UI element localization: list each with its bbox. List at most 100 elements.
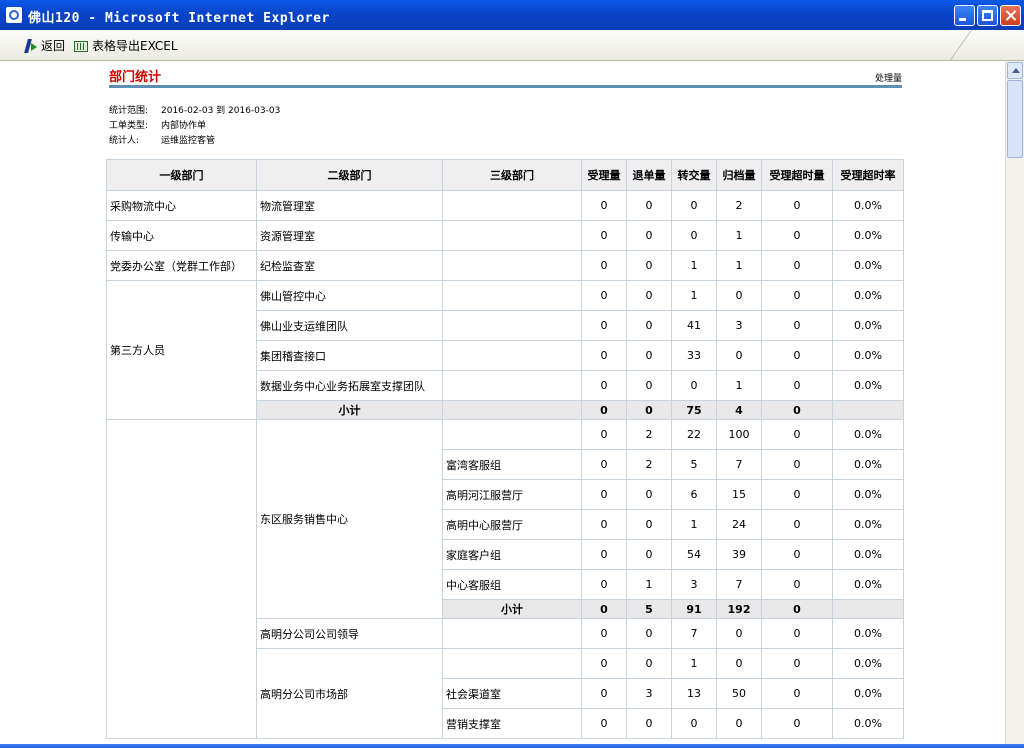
- cell-value: 0: [581, 220, 627, 251]
- meta-value: 运维监控客管: [161, 136, 216, 146]
- subtotal-value: 4: [716, 400, 762, 420]
- cell-value: 1: [716, 250, 762, 281]
- cell-level3: 高明河江服营厅: [442, 479, 582, 510]
- meta-value: 内部协作单: [161, 121, 207, 131]
- cell-value: 0: [626, 220, 672, 251]
- cell-value: 1: [716, 220, 762, 251]
- export-excel-button[interactable]: 表格导出EXCEL: [73, 37, 178, 54]
- cell-value: 0: [581, 539, 627, 570]
- cell-value: 0.0%: [832, 310, 904, 341]
- cell-level2: 佛山业支运维团队: [256, 310, 443, 341]
- cell-value: 0: [626, 509, 672, 540]
- cell-value: 5: [671, 449, 717, 480]
- table-row: 传输中心 资源管理室 0 0 0 1 0 0.0%: [106, 220, 904, 251]
- cell-value: 0: [581, 280, 627, 311]
- cell-value: 0: [761, 190, 833, 221]
- cell-value: 0: [761, 449, 833, 480]
- cell-value: 0: [626, 370, 672, 401]
- cell-value: 1: [671, 280, 717, 311]
- cell-value: 0.0%: [832, 618, 904, 649]
- cell-value: 0: [761, 310, 833, 341]
- cell-value: 0: [581, 648, 627, 679]
- header-returned: 退单量: [626, 159, 672, 191]
- subtotal-value: 5: [626, 599, 672, 619]
- cell-level3: [442, 280, 582, 311]
- vertical-scrollbar[interactable]: [1005, 61, 1024, 744]
- cell-level3: [442, 618, 582, 649]
- scroll-up-arrow-icon[interactable]: [1007, 62, 1023, 79]
- subtotal-value: 0: [581, 400, 627, 420]
- window-title: 佛山120 - Microsoft Internet Explorer: [28, 11, 330, 26]
- subtotal-value: 0: [581, 599, 627, 619]
- cell-value: 0: [761, 370, 833, 401]
- table-row: 第三方人员 佛山管控中心 0 0 1 0 0 0.0%: [106, 280, 904, 420]
- cell-value: 0: [716, 618, 762, 649]
- header-timeout-rate: 受理超时率: [832, 159, 904, 191]
- subtotal-value: [832, 599, 904, 619]
- cell-value: 0: [581, 419, 627, 450]
- cell-value: 1: [671, 509, 717, 540]
- subtotal-value: [832, 400, 904, 420]
- taskbar: [0, 744, 1024, 748]
- cell-value: 0: [761, 340, 833, 371]
- minimize-button[interactable]: [954, 5, 975, 26]
- export-excel-label: 表格导出EXCEL: [92, 39, 178, 53]
- header-level2: 二级部门: [256, 159, 443, 191]
- cell-level3: [442, 340, 582, 371]
- cell-value: 0.0%: [832, 250, 904, 281]
- cell-level3: [442, 250, 582, 281]
- cell-value: 0: [761, 509, 833, 540]
- meta-person: 统计人: 运维监控客管: [109, 133, 215, 146]
- meta-range: 统计范围: 2016-02-03 到 2016-03-03: [109, 103, 280, 116]
- cell-value: 0.0%: [832, 340, 904, 371]
- meta-label: 统计人:: [109, 136, 140, 146]
- cell-value: 41: [671, 310, 717, 341]
- cell-value: 33: [671, 340, 717, 371]
- page-content: 部门统计 处理量 统计范围: 2016-02-03 到 2016-03-03 工单…: [0, 61, 1005, 744]
- header-level1: 一级部门: [106, 159, 257, 191]
- cell-level2: 资源管理室: [256, 220, 443, 251]
- subtotal-value: 192: [716, 599, 762, 619]
- cell-value: 54: [671, 539, 717, 570]
- cell-level3: [442, 310, 582, 341]
- header-level3: 三级部门: [442, 159, 582, 191]
- maximize-button[interactable]: [977, 5, 998, 26]
- cell-level1: [106, 419, 257, 739]
- cell-value: 0: [581, 618, 627, 649]
- table-row: 采购物流中心 物流管理室 0 0 0 2 0 0.0%: [106, 190, 904, 221]
- cell-value: 0.0%: [832, 708, 904, 739]
- cell-value: 0: [626, 539, 672, 570]
- header-transferred: 转交量: [671, 159, 717, 191]
- back-icon: [22, 38, 38, 54]
- cell-level3: 中心客服组: [442, 569, 582, 600]
- cell-value: 0.0%: [832, 280, 904, 311]
- cell-value: 0: [761, 479, 833, 510]
- subtotal-empty: [442, 400, 582, 420]
- cell-value: 0: [671, 708, 717, 739]
- cell-value: 0: [581, 479, 627, 510]
- table-header-row: 一级部门 二级部门 三级部门 受理量 退单量 转交量 归档量 受理超时量 受理超…: [106, 159, 904, 191]
- cell-value: 0.0%: [832, 449, 904, 480]
- table-row: 党委办公室（党群工作部） 纪检监查室 0 0 1 1 0 0.0%: [106, 250, 904, 281]
- cell-value: 2: [626, 419, 672, 450]
- table-row: 东区服务销售中心 0 2 22 100 0 0.0%: [106, 419, 904, 739]
- cell-value: 0: [716, 648, 762, 679]
- cell-value: 0: [581, 449, 627, 480]
- cell-value: 0: [761, 539, 833, 570]
- cell-level3: [442, 419, 582, 450]
- close-button[interactable]: [1000, 5, 1021, 26]
- toolbar: 返回 表格导出EXCEL: [0, 30, 1024, 61]
- cell-level2: 集团稽查接口: [256, 340, 443, 371]
- meta-label: 统计范围:: [109, 106, 149, 116]
- back-button[interactable]: 返回: [22, 37, 65, 54]
- cell-level1: 第三方人员: [106, 280, 257, 420]
- cell-value: 15: [716, 479, 762, 510]
- scroll-thumb[interactable]: [1007, 80, 1023, 158]
- subtotal-label: 小计: [442, 599, 582, 619]
- cell-value: 0: [626, 479, 672, 510]
- cell-value: 0.0%: [832, 648, 904, 679]
- page-title: 部门统计: [109, 70, 162, 85]
- cell-level2: 纪检监查室: [256, 250, 443, 281]
- cell-value: 0: [626, 618, 672, 649]
- cell-value: 0: [671, 370, 717, 401]
